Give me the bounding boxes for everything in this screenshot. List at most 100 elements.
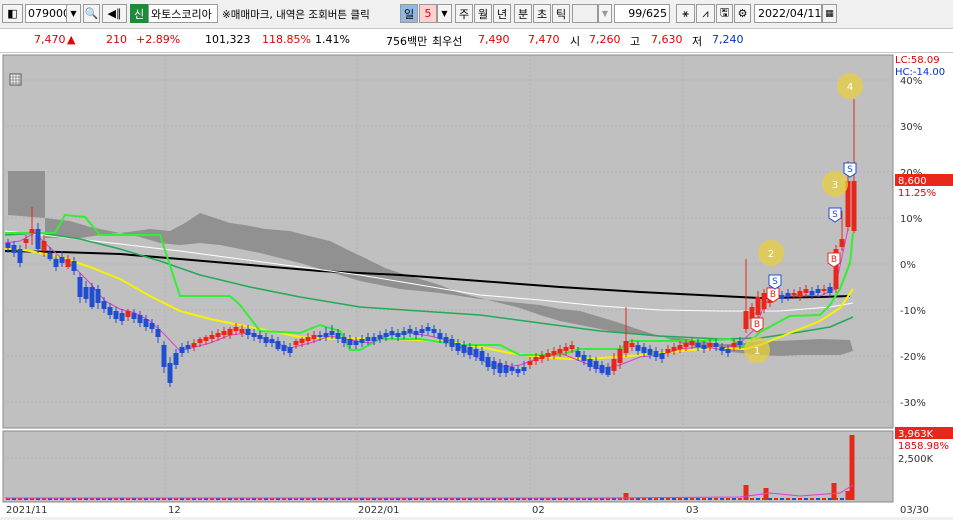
chart-grid-icon[interactable] [9,73,22,86]
marker-label-2: 2 [768,249,774,260]
chart-svg[interactable]: B B B S S S 1 2 3 4 40%30%20%10%0%-10%-2… [0,53,953,517]
candle-body [431,329,437,333]
volume-bar [780,498,784,500]
period-dropdown-arrow-icon[interactable]: ▼ [437,4,452,23]
candle-body [173,353,179,365]
candle-body [29,229,35,233]
save-icon[interactable]: 🖫 [716,4,733,23]
candle-body [383,333,389,337]
candle-body [335,333,341,339]
volume-box-pct: 1858.98% [898,441,949,452]
candle-body [737,341,743,345]
period-week-button[interactable]: 주 [455,4,473,23]
volume-box-value: 3,963K [898,429,934,440]
high-label: 고 [630,35,641,48]
candle-style-icon[interactable]: ⚹ [676,4,695,23]
candle-body [101,301,107,309]
candle-body [221,331,227,335]
volume-bar [831,483,837,500]
volume-bar [636,498,640,500]
candle-body [629,343,635,347]
volume-bar [666,498,670,500]
candle-body [371,337,377,341]
buy-signal-label: B [770,290,776,300]
x-label: 03/30 [900,505,929,516]
data-total: /625 [642,7,667,20]
price-pane[interactable] [2,54,894,429]
candle-body [395,333,401,337]
y-tick-label: 0% [900,260,916,271]
candle-body [497,363,503,373]
buy-signal-label: B [754,320,760,330]
period-minute-button[interactable]: 분 [514,4,532,23]
panel-menu-icon[interactable]: ◧ [2,4,23,23]
volume-bar [828,498,832,500]
volume-bar [816,498,820,500]
candle-body [323,333,329,337]
candle-body [317,335,323,337]
candle-body [77,277,83,297]
date-input[interactable]: 2022/04/11 [754,4,822,23]
candle-body [257,335,263,339]
speaker-icon[interactable]: ◀∥ [102,4,127,23]
up-arrow-icon: ▲ [67,33,76,46]
volume-pane[interactable] [2,430,894,503]
price-change: 210 [106,33,127,46]
data-count: 99 [628,7,643,20]
name-badge: 신 [130,4,148,23]
period-count-input[interactable]: 5 [419,4,437,23]
candle-body [137,315,143,323]
search-icon[interactable]: 🔍 [83,4,100,23]
hc-label: HC:-14.00 [895,67,945,78]
name-badge-label: 신 [133,7,145,21]
period-second-button[interactable]: 초 [533,4,551,23]
candle-body [359,339,365,343]
candle-body [179,347,185,353]
period-second-label: 초 [536,7,548,21]
interval-select[interactable] [572,4,598,23]
candle-body [695,343,701,347]
candle-body [701,345,707,349]
period-year-label: 년 [496,7,508,21]
period-day-button[interactable]: 일 [400,4,418,23]
settings-gear-icon[interactable]: ⚙ [734,4,751,23]
candle-body [557,349,563,353]
period-year-button[interactable]: 년 [493,4,511,23]
candle-body [641,347,647,353]
candle-body [365,337,371,341]
volume-bar [714,498,718,500]
candle-body [797,291,803,297]
candle-body [71,261,77,271]
priority-label: 최우선 [432,35,463,48]
candle-body [539,355,545,359]
candle-body [107,307,113,315]
volume-bar [690,498,694,500]
candle-body [11,245,17,253]
indicator-icon[interactable]: ⩘ [696,4,715,23]
calendar-icon[interactable]: ▦ [822,4,837,23]
stock-name-field[interactable]: 와토스코리아 [148,4,218,23]
data-count-field[interactable]: 99/625 [614,4,670,23]
period-month-button[interactable]: 월 [474,4,492,23]
volume-bar [756,498,760,500]
candle-body [761,293,767,309]
candle-body [425,327,431,331]
candle-body [59,257,65,263]
candle-body [275,341,281,349]
candle-body [311,335,317,339]
x-label: 2022/01 [358,505,400,516]
volume-bar [786,498,790,500]
period-tick-button[interactable]: 틱 [552,4,570,23]
code-dropdown-arrow-icon[interactable]: ▼ [66,4,81,23]
x-axis: 2021/11 12 2022/01 02 03 03/30 [6,505,929,516]
volume-tick-label: 2,500K [898,454,934,465]
interval-dropdown-arrow-icon[interactable]: ▼ [598,4,612,23]
price-box-pct: 11.25% [898,188,936,199]
volume-bar [623,493,629,500]
candle-body [209,335,215,339]
sell-signal-label: S [832,210,838,220]
candle-body [53,259,59,267]
volume-bar [678,498,682,500]
low-price: 7,240 [712,33,744,46]
chart-area[interactable]: B B B S S S 1 2 3 4 40% 30% 20% 10% 0% -10% -2… [0,53,953,517]
